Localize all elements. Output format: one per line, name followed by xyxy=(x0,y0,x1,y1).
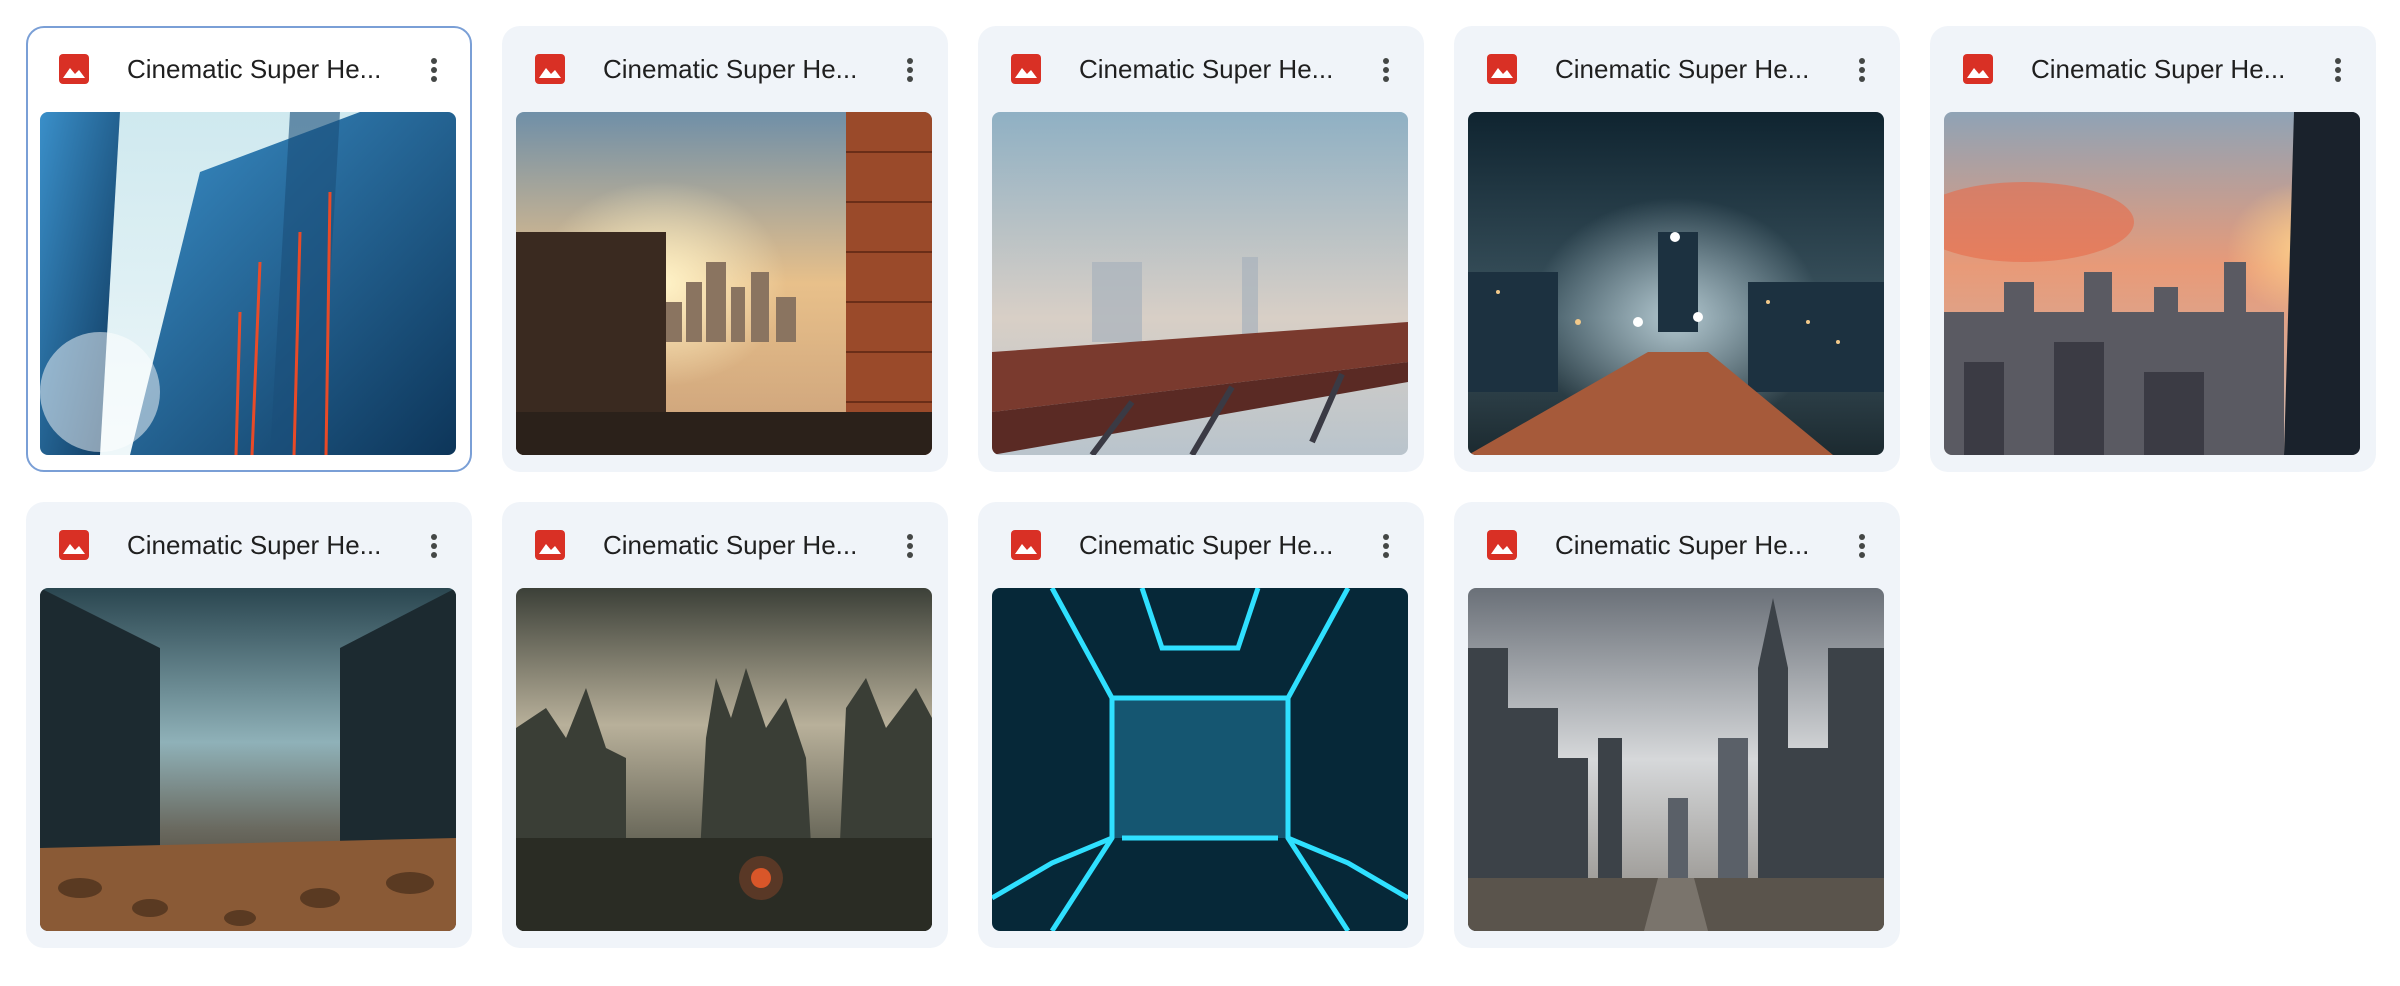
file-card[interactable]: Cinematic Super He... xyxy=(502,26,948,472)
file-thumbnail[interactable] xyxy=(992,112,1408,455)
file-title[interactable]: Cinematic Super He... xyxy=(2031,52,2296,86)
file-card[interactable]: Cinematic Super He... xyxy=(502,502,948,948)
file-card-header: Cinematic Super He... xyxy=(26,502,472,588)
file-card-header: Cinematic Super He... xyxy=(502,502,948,588)
file-thumbnail[interactable] xyxy=(40,588,456,931)
more-vert-icon xyxy=(1383,58,1389,82)
file-title[interactable]: Cinematic Super He... xyxy=(1555,52,1820,86)
more-vert-icon xyxy=(907,534,913,558)
more-vert-icon xyxy=(1859,534,1865,558)
file-card-header: Cinematic Super He... xyxy=(1454,502,1900,588)
file-card[interactable]: Cinematic Super He... xyxy=(978,26,1424,472)
file-card[interactable]: Cinematic Super He... xyxy=(26,502,472,948)
file-card-header: Cinematic Super He... xyxy=(978,502,1424,588)
more-options-button[interactable] xyxy=(2314,46,2362,94)
file-card-header: Cinematic Super He... xyxy=(1454,26,1900,112)
image-file-icon xyxy=(1486,529,1518,561)
more-vert-icon xyxy=(431,534,437,558)
image-file-icon xyxy=(58,529,90,561)
file-card-header: Cinematic Super He... xyxy=(26,26,468,112)
file-thumbnail[interactable] xyxy=(1468,588,1884,931)
file-card[interactable]: Cinematic Super He... xyxy=(26,26,472,472)
more-options-button[interactable] xyxy=(410,46,458,94)
file-card-header: Cinematic Super He... xyxy=(502,26,948,112)
file-thumbnail[interactable] xyxy=(40,112,456,455)
more-options-button[interactable] xyxy=(1838,522,1886,570)
more-options-button[interactable] xyxy=(1362,522,1410,570)
image-file-icon xyxy=(534,529,566,561)
file-card[interactable]: Cinematic Super He... xyxy=(1454,26,1900,472)
file-card[interactable]: Cinematic Super He... xyxy=(1454,502,1900,948)
more-options-button[interactable] xyxy=(410,522,458,570)
file-thumbnail[interactable] xyxy=(992,588,1408,931)
more-vert-icon xyxy=(907,58,913,82)
file-title[interactable]: Cinematic Super He... xyxy=(1079,528,1344,562)
file-thumbnail[interactable] xyxy=(516,112,932,455)
image-file-icon xyxy=(534,53,566,85)
more-options-button[interactable] xyxy=(886,46,934,94)
more-options-button[interactable] xyxy=(886,522,934,570)
file-thumbnail[interactable] xyxy=(1944,112,2360,455)
more-vert-icon xyxy=(2335,58,2341,82)
image-file-icon xyxy=(58,53,90,85)
file-title[interactable]: Cinematic Super He... xyxy=(1079,52,1344,86)
file-grid: Cinematic Super He... Cinematic Super He… xyxy=(0,0,2400,986)
file-title[interactable]: Cinematic Super He... xyxy=(1555,528,1820,562)
image-file-icon xyxy=(1010,529,1042,561)
more-vert-icon xyxy=(1859,58,1865,82)
image-file-icon xyxy=(1962,53,1994,85)
more-vert-icon xyxy=(1383,534,1389,558)
image-file-icon xyxy=(1486,53,1518,85)
more-options-button[interactable] xyxy=(1838,46,1886,94)
more-options-button[interactable] xyxy=(1362,46,1410,94)
file-card-header: Cinematic Super He... xyxy=(978,26,1424,112)
file-card[interactable]: Cinematic Super He... xyxy=(1930,26,2376,472)
image-file-icon xyxy=(1010,53,1042,85)
file-card-header: Cinematic Super He... xyxy=(1930,26,2376,112)
more-vert-icon xyxy=(431,58,437,82)
file-card[interactable]: Cinematic Super He... xyxy=(978,502,1424,948)
file-thumbnail[interactable] xyxy=(1468,112,1884,455)
file-title[interactable]: Cinematic Super He... xyxy=(603,528,868,562)
file-title[interactable]: Cinematic Super He... xyxy=(603,52,868,86)
file-title[interactable]: Cinematic Super He... xyxy=(127,528,392,562)
file-thumbnail[interactable] xyxy=(516,588,932,931)
file-title[interactable]: Cinematic Super He... xyxy=(127,52,392,86)
